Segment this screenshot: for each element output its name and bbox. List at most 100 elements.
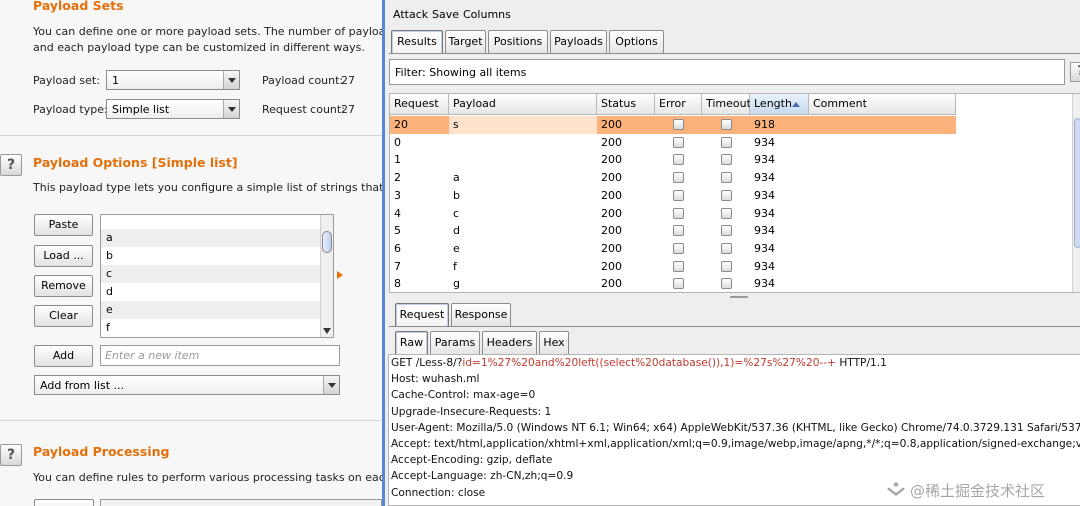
- filter-text: Filter: Showing all items: [395, 66, 527, 79]
- timeout-checkbox[interactable]: [721, 260, 732, 272]
- col-status[interactable]: Status: [597, 94, 655, 115]
- table-row[interactable]: 0 200 934: [390, 134, 956, 152]
- col-length[interactable]: Length: [750, 94, 809, 115]
- menu-columns[interactable]: Columns: [463, 8, 511, 21]
- timeout-checkbox[interactable]: [721, 278, 732, 290]
- timeout-checkbox[interactable]: [721, 154, 732, 166]
- tab-request[interactable]: Request: [395, 303, 449, 327]
- tab-raw[interactable]: Raw: [395, 331, 428, 355]
- tab-results[interactable]: Results: [391, 30, 443, 54]
- add-from-list-select[interactable]: Add from list ...: [34, 375, 340, 395]
- tab-target[interactable]: Target: [445, 30, 486, 54]
- error-checkbox[interactable]: [673, 154, 684, 166]
- request-method-path: GET /Less-8/?: [391, 357, 463, 369]
- col-payload[interactable]: Payload: [449, 94, 597, 115]
- tab-payloads[interactable]: Payloads: [550, 30, 607, 54]
- cell-length: 934: [754, 241, 775, 255]
- pane-splitter[interactable]: [385, 295, 1080, 300]
- scroll-thumb[interactable]: [322, 231, 332, 253]
- list-item[interactable]: c: [101, 265, 333, 283]
- payload-sets-desc-1: You can define one or more payload sets.…: [33, 25, 382, 38]
- clear-button[interactable]: Clear: [34, 305, 93, 327]
- tab-params[interactable]: Params: [430, 331, 480, 355]
- header-line: Accept-Encoding: gzip, deflate: [391, 454, 553, 467]
- menu-save[interactable]: Save: [432, 8, 459, 21]
- remove-button[interactable]: Remove: [34, 275, 93, 297]
- scroll-thumb[interactable]: [1074, 118, 1080, 248]
- col-timeout[interactable]: Timeout: [702, 94, 751, 115]
- error-checkbox[interactable]: [673, 119, 684, 130]
- list-scrollbar[interactable]: [320, 215, 333, 337]
- timeout-checkbox[interactable]: [721, 225, 732, 237]
- tab-response[interactable]: Response: [451, 303, 511, 327]
- payload-type-select[interactable]: Simple list: [106, 99, 240, 119]
- error-checkbox[interactable]: [673, 225, 684, 237]
- error-checkbox[interactable]: [673, 207, 684, 219]
- col-request[interactable]: Request: [390, 94, 449, 115]
- list-item[interactable]: b: [101, 247, 333, 265]
- menu-attack[interactable]: Attack: [393, 8, 428, 21]
- col-comment[interactable]: Comment: [809, 94, 956, 115]
- payload-set-value: 1: [112, 74, 119, 87]
- cell-request: 0: [394, 135, 401, 149]
- load-button[interactable]: Load ...: [34, 245, 93, 267]
- timeout-checkbox[interactable]: [721, 189, 732, 201]
- detail-tab-bar: Request Response: [395, 303, 595, 327]
- timeout-checkbox[interactable]: [721, 136, 732, 148]
- list-item[interactable]: e: [101, 301, 333, 319]
- new-item-field[interactable]: [100, 345, 340, 366]
- paste-button[interactable]: Paste: [34, 214, 93, 236]
- error-checkbox[interactable]: [673, 242, 684, 254]
- table-row[interactable]: 8 g 200 934: [390, 275, 956, 292]
- tab-options[interactable]: Options: [609, 30, 664, 54]
- list-item[interactable]: f: [101, 319, 333, 337]
- cell-length: 934: [754, 277, 775, 291]
- tab-positions[interactable]: Positions: [488, 30, 548, 54]
- cell-request: 2: [394, 171, 401, 185]
- processing-button[interactable]: [34, 499, 94, 506]
- help-icon[interactable]: ?: [0, 444, 22, 466]
- help-icon[interactable]: ?: [0, 154, 22, 176]
- payload-processing-title: Payload Processing: [33, 444, 170, 459]
- cell-length: 934: [754, 171, 775, 185]
- help-icon[interactable]: ?: [1070, 62, 1080, 82]
- timeout-checkbox[interactable]: [721, 172, 732, 184]
- cell-status: 200: [601, 206, 622, 220]
- table-row[interactable]: 6 e 200 934: [390, 240, 956, 258]
- tab-hex[interactable]: Hex: [539, 331, 569, 355]
- col-error[interactable]: Error: [655, 94, 702, 115]
- timeout-checkbox[interactable]: [721, 207, 732, 219]
- error-checkbox[interactable]: [673, 172, 684, 184]
- add-button[interactable]: Add: [34, 345, 93, 367]
- list-item[interactable]: a: [101, 229, 333, 247]
- processing-rules-table[interactable]: [100, 499, 382, 506]
- expand-arrow-icon[interactable]: [337, 271, 343, 279]
- filter-bar[interactable]: Filter: Showing all items: [389, 59, 1065, 85]
- timeout-checkbox[interactable]: [721, 242, 732, 254]
- table-row[interactable]: 3 b 200 934: [390, 187, 956, 205]
- table-row[interactable]: 4 c 200 934: [390, 205, 956, 223]
- new-item-input[interactable]: [101, 346, 339, 365]
- payload-set-select[interactable]: 1: [106, 70, 240, 90]
- header-line: Upgrade-Insecure-Requests: 1: [391, 405, 552, 418]
- table-scrollbar[interactable]: [1072, 94, 1080, 292]
- cell-length: 934: [754, 135, 775, 149]
- menu-bar: Attack Save Columns: [385, 4, 1080, 26]
- cell-status: 200: [601, 241, 622, 255]
- chevron-down-icon[interactable]: [323, 328, 331, 334]
- timeout-checkbox[interactable]: [721, 119, 732, 130]
- list-item[interactable]: d: [101, 283, 333, 301]
- error-checkbox[interactable]: [673, 136, 684, 148]
- error-checkbox[interactable]: [673, 260, 684, 272]
- error-checkbox[interactable]: [673, 189, 684, 201]
- add-from-list-label: Add from list ...: [40, 379, 125, 392]
- payload-list[interactable]: a b c d e f: [100, 214, 334, 338]
- table-row[interactable]: 5 d 200 934: [390, 222, 956, 240]
- table-row[interactable]: 7 f 200 934: [390, 258, 956, 276]
- table-row[interactable]: 1 200 934: [390, 151, 956, 169]
- tab-headers[interactable]: Headers: [482, 331, 537, 355]
- table-row[interactable]: 20 s 200 918: [390, 116, 956, 134]
- header-line: User-Agent: Mozilla/5.0 (Windows NT 6.1;…: [391, 421, 1080, 434]
- error-checkbox[interactable]: [673, 278, 684, 290]
- table-row[interactable]: 2 a 200 934: [390, 169, 956, 187]
